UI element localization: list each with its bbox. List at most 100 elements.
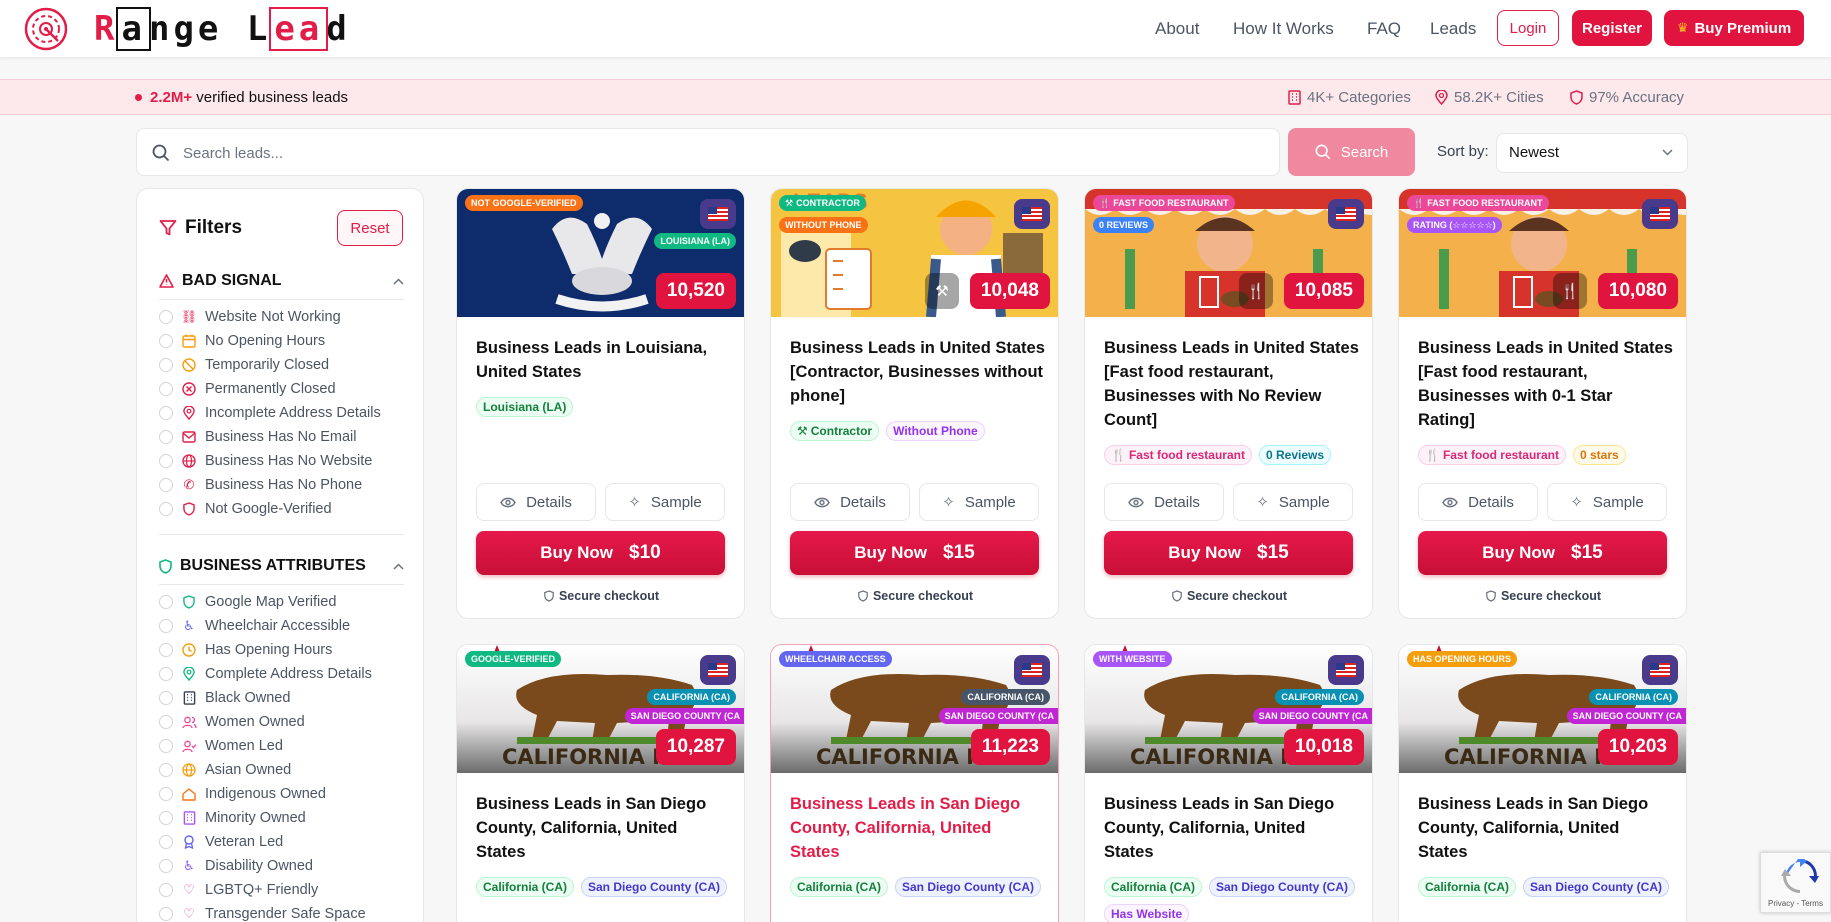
card-title[interactable]: Business Leads in United States [Fast fo… xyxy=(1418,336,1673,432)
filter-wheelchair-accessible[interactable]: ♿ Wheelchair Accessible xyxy=(159,616,350,636)
filter-no-website[interactable]: Business Has No Website xyxy=(159,451,372,471)
radio[interactable] xyxy=(159,811,173,825)
radio[interactable] xyxy=(159,883,173,897)
chevron-up-icon xyxy=(393,277,404,285)
filter-minority-owned[interactable]: Minority Owned xyxy=(159,808,306,828)
radio[interactable] xyxy=(159,310,173,324)
recaptcha-links[interactable]: Privacy - Terms xyxy=(1768,899,1823,908)
card-title[interactable]: Business Leads in San Diego County, Cali… xyxy=(1418,792,1673,864)
card-title[interactable]: Business Leads in San Diego County, Cali… xyxy=(790,792,1045,864)
details-button[interactable]: Details xyxy=(1104,483,1224,521)
radio[interactable] xyxy=(159,406,173,420)
lead-card[interactable]: CALIFORNIA REP WITH WEBSITE CALIFORNIA (… xyxy=(1084,644,1373,922)
search-input[interactable] xyxy=(183,141,1183,165)
lead-card[interactable]: CALIFORNIA REP WHEELCHAIR ACCESS CALIFOR… xyxy=(770,644,1059,922)
filter-google-map-verified[interactable]: Google Map Verified xyxy=(159,592,336,612)
business-attributes-section-toggle[interactable]: BUSINESS ATTRIBUTES xyxy=(159,557,404,575)
card-title[interactable]: Business Leads in Louisiana, United Stat… xyxy=(476,336,731,384)
buy-now-button[interactable]: Buy Now $15 xyxy=(1418,531,1667,575)
buy-now-button[interactable]: Buy Now $15 xyxy=(790,531,1039,575)
search-button[interactable]: Search xyxy=(1288,128,1415,176)
filter-transgender-safe-space[interactable]: ♡ Transgender Safe Space xyxy=(159,904,366,922)
radio[interactable] xyxy=(159,835,173,849)
lead-card[interactable]: 🍴 FAST FOOD RESTAURANT 0 REVIEWS 🍴 10,085… xyxy=(1084,188,1373,619)
lead-card[interactable]: LEADS ⚒CONTRACTOR WITHOUT PHONE ⚒ 10,048… xyxy=(770,188,1059,619)
filter-women-led[interactable]: Women Led xyxy=(159,736,283,756)
sample-button[interactable]: ✧ Sample xyxy=(1547,483,1667,521)
radio[interactable] xyxy=(159,382,173,396)
filter-website-not-working[interactable]: ⛓ Website Not Working xyxy=(159,307,341,327)
radio[interactable] xyxy=(159,430,173,444)
card-title[interactable]: Business Leads in San Diego County, Cali… xyxy=(476,792,731,864)
lead-card[interactable]: NOT GOOGLE-VERIFIED LOUISIANA (LA) 10,52… xyxy=(456,188,745,619)
wheelchair-icon: ♿ xyxy=(183,618,195,633)
radio[interactable] xyxy=(159,334,173,348)
card-title[interactable]: Business Leads in United States [Fast fo… xyxy=(1104,336,1359,432)
site-header: Range Lead About How It Works FAQ Leads … xyxy=(0,0,1831,57)
lead-card[interactable]: CALIFORNIA REP GOOGLE-VERIFIED CALIFORNI… xyxy=(456,644,745,922)
nav-about[interactable]: About xyxy=(1155,13,1199,45)
filter-veteran-led[interactable]: Veteran Led xyxy=(159,832,283,852)
radio[interactable] xyxy=(159,595,173,609)
radio[interactable] xyxy=(159,358,173,372)
sort-select[interactable]: Newest xyxy=(1496,133,1688,173)
card-title[interactable]: Business Leads in San Diego County, Cali… xyxy=(1104,792,1359,864)
radio[interactable] xyxy=(159,907,173,921)
filter-label: Wheelchair Accessible xyxy=(205,618,351,634)
sample-button[interactable]: ✧ Sample xyxy=(605,483,725,521)
radio[interactable] xyxy=(159,619,173,633)
filter-no-email[interactable]: Business Has No Email xyxy=(159,427,357,447)
details-button[interactable]: Details xyxy=(476,483,596,521)
lead-card[interactable]: CALIFORNIA REP HAS OPENING HOURS CALIFOR… xyxy=(1398,644,1687,922)
reset-button[interactable]: Reset xyxy=(337,210,403,246)
buy-label: Buy Now xyxy=(1168,543,1242,562)
nav-leads[interactable]: Leads xyxy=(1430,13,1476,45)
filter-incomplete-address[interactable]: Incomplete Address Details xyxy=(159,403,381,423)
bad-signal-section-toggle[interactable]: BAD SIGNAL xyxy=(159,272,404,290)
radio[interactable] xyxy=(159,787,173,801)
phone-icon: ✆ xyxy=(183,477,195,492)
details-button[interactable]: Details xyxy=(790,483,910,521)
radio[interactable] xyxy=(159,502,173,516)
radio[interactable] xyxy=(159,478,173,492)
buy-now-button[interactable]: Buy Now $15 xyxy=(1104,531,1353,575)
filter-black-owned[interactable]: Black Owned xyxy=(159,688,290,708)
radio[interactable] xyxy=(159,859,173,873)
filter-temporarily-closed[interactable]: Temporarily Closed xyxy=(159,355,329,375)
radio[interactable] xyxy=(159,763,173,777)
filter-no-opening-hours[interactable]: No Opening Hours xyxy=(159,331,325,351)
buy-premium-button[interactable]: ♛ Buy Premium xyxy=(1664,10,1804,46)
filter-complete-address[interactable]: Complete Address Details xyxy=(159,664,372,684)
filter-disability-owned[interactable]: ♿ Disability Owned xyxy=(159,856,313,876)
filter-indigenous-owned[interactable]: Indigenous Owned xyxy=(159,784,326,804)
radio[interactable] xyxy=(159,643,173,657)
card-title[interactable]: Business Leads in United States [Contrac… xyxy=(790,336,1045,408)
login-button[interactable]: Login xyxy=(1497,10,1559,46)
register-button[interactable]: Register xyxy=(1572,10,1652,46)
filter-not-google-verified[interactable]: Not Google-Verified xyxy=(159,499,332,519)
radio[interactable] xyxy=(159,739,173,753)
lead-card[interactable]: 🍴 FAST FOOD RESTAURANT RATING (☆☆☆☆☆) 🍴 1… xyxy=(1398,188,1687,619)
filter-lgbtq-friendly[interactable]: ♡ LGBTQ+ Friendly xyxy=(159,880,318,900)
logo-target-icon[interactable] xyxy=(24,7,68,51)
utensils-icon: 🍴 xyxy=(1111,448,1126,462)
filter-women-owned[interactable]: Women Owned xyxy=(159,712,305,732)
card-primary-badge: GOOGLE-VERIFIED xyxy=(465,651,562,667)
sample-button[interactable]: ✧ Sample xyxy=(919,483,1039,521)
filter-asian-owned[interactable]: Asian Owned xyxy=(159,760,291,780)
nav-faq[interactable]: FAQ xyxy=(1367,13,1401,45)
radio[interactable] xyxy=(159,691,173,705)
radio[interactable] xyxy=(159,667,173,681)
filter-no-phone[interactable]: ✆ Business Has No Phone xyxy=(159,475,362,495)
filter-has-opening-hours[interactable]: Has Opening Hours xyxy=(159,640,332,660)
recaptcha-badge[interactable]: Privacy - Terms xyxy=(1760,852,1831,913)
radio[interactable] xyxy=(159,454,173,468)
nav-how-it-works[interactable]: How It Works xyxy=(1233,13,1334,45)
hammer-icon: ⚒ xyxy=(925,273,959,309)
sample-button[interactable]: ✧ Sample xyxy=(1233,483,1353,521)
filter-permanently-closed[interactable]: Permanently Closed xyxy=(159,379,336,399)
radio[interactable] xyxy=(159,715,173,729)
brand-logo-text[interactable]: Range Lead xyxy=(94,7,351,51)
details-button[interactable]: Details xyxy=(1418,483,1538,521)
buy-now-button[interactable]: Buy Now $10 xyxy=(476,531,725,575)
